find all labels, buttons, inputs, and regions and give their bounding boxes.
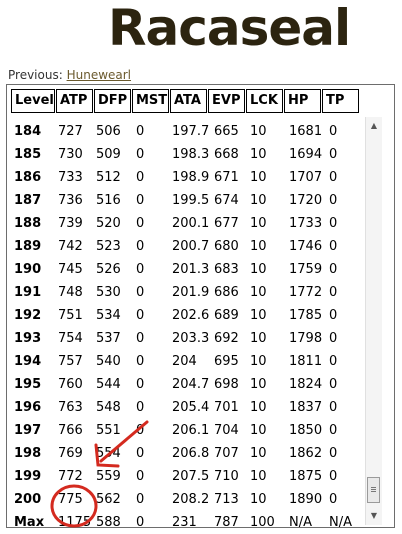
annotation-overlay: [50, 420, 149, 528]
annotation-arrow-shaft: [99, 420, 149, 463]
annotation-circle: [50, 484, 98, 528]
